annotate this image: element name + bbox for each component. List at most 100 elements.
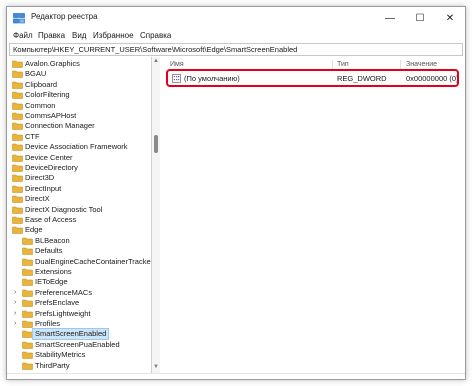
- tree-item-label: DeviceDirectory: [25, 163, 78, 172]
- tree-item-label: PrefsEnclave: [35, 298, 80, 308]
- tree-item[interactable]: Defaults: [22, 246, 150, 256]
- tree-item[interactable]: DualEngineCacheContainerTracker: [22, 256, 152, 267]
- tree-item[interactable]: › Profiles: [14, 319, 150, 329]
- tree-item[interactable]: SmartScreenPuaEnabled: [22, 340, 150, 350]
- folder-icon: [12, 102, 23, 110]
- tree-item-label: CTF: [25, 131, 40, 141]
- tree-item-label: SmartScreenEnabled: [31, 328, 110, 341]
- folder-icon: [22, 299, 33, 307]
- tree-item[interactable]: StabilityMetrics: [22, 350, 150, 360]
- tree-item[interactable]: Device Center: [12, 153, 140, 163]
- tree-item-label: Direct3D: [25, 173, 55, 183]
- tree-item-label: StabilityMetrics: [35, 350, 86, 360]
- folder-icon: [22, 331, 33, 339]
- address-bar[interactable]: Компьютер\HKEY_CURRENT_USER\Software\Mic…: [9, 43, 463, 56]
- tree-item[interactable]: › PreferenceMACs: [14, 288, 150, 298]
- menu-view[interactable]: Вид: [72, 31, 86, 40]
- tree-scrollbar[interactable]: ▲ ▼: [152, 57, 160, 373]
- window-title: Редактор реестра: [31, 12, 98, 21]
- tree-item[interactable]: Edge: [12, 225, 140, 235]
- folder-icon: [22, 237, 33, 245]
- tree-item-label: CommsAPHost: [25, 111, 77, 120]
- tree-item[interactable]: Clipboard: [12, 80, 140, 90]
- address-path: Компьютер\HKEY_CURRENT_USER\Software\Mic…: [13, 45, 298, 54]
- close-button[interactable]: ✕: [435, 7, 465, 29]
- maximize-button[interactable]: ☐: [405, 7, 435, 29]
- tree-item-label: Device Association Framework: [25, 142, 128, 152]
- tree-item[interactable]: DeviceDirectory: [12, 163, 140, 173]
- menu-file[interactable]: Файл: [13, 31, 33, 40]
- tree-item[interactable]: DirectInput: [12, 184, 140, 194]
- tree-item[interactable]: BGAU: [12, 69, 140, 79]
- tree-item-label: ThirdParty: [35, 360, 70, 370]
- tree-item-label: Profiles: [35, 319, 61, 328]
- folder-icon: [22, 341, 33, 349]
- title-bar[interactable]: Редактор реестра — ☐ ✕: [7, 7, 465, 29]
- tree-item[interactable]: CTF: [12, 132, 140, 142]
- folder-icon: [12, 133, 23, 141]
- tree-item-label: DualEngineCacheContainerTracker: [35, 256, 152, 266]
- folder-icon: [12, 91, 23, 99]
- tree-item[interactable]: Direct3D: [12, 173, 140, 183]
- close-icon: ✕: [445, 12, 455, 24]
- tree-item-label: PrefsLightweight: [35, 308, 91, 318]
- menu-bar: Файл Правка Вид Избранное Справка: [7, 29, 465, 43]
- tree-item-label: ColorFiltering: [25, 90, 70, 100]
- tree-item-label: Defaults: [35, 246, 63, 256]
- folder-icon: [12, 112, 23, 120]
- tree-item[interactable]: ThirdParty: [22, 361, 150, 371]
- tree-item[interactable]: CommsAPHost: [12, 111, 140, 121]
- folder-icon: [12, 206, 23, 214]
- folder-icon: [12, 123, 23, 131]
- folder-icon: [12, 71, 23, 79]
- expand-chevron-icon[interactable]: ›: [14, 309, 16, 319]
- tree-item[interactable]: BLBeacon: [22, 236, 150, 246]
- key-tree: Avalon.Graphics BGAU Clipboard ColorFilteri…: [9, 57, 152, 373]
- menu-edit[interactable]: Правка: [38, 31, 65, 40]
- tree-item-label: DirectX Diagnostic Tool: [25, 204, 103, 214]
- tree-item[interactable]: Extensions: [22, 267, 150, 277]
- minimize-button[interactable]: —: [375, 7, 405, 29]
- tree-item-label: Common: [25, 100, 56, 110]
- registry-editor-icon: [13, 13, 25, 24]
- tree-item[interactable]: Connection Manager: [12, 121, 140, 131]
- expand-chevron-icon[interactable]: ›: [14, 288, 16, 298]
- tree-item[interactable]: Avalon.Graphics: [12, 59, 140, 69]
- menu-favorites[interactable]: Избранное: [93, 31, 134, 40]
- tree-item-selected[interactable]: SmartScreenEnabled: [22, 328, 150, 341]
- maximize-icon: ☐: [415, 12, 425, 24]
- tree-item[interactable]: ColorFiltering: [12, 90, 140, 100]
- expand-chevron-icon[interactable]: ›: [14, 298, 16, 308]
- tree-item[interactable]: Ease of Access: [12, 215, 140, 225]
- scroll-down-icon[interactable]: ▼: [152, 363, 160, 371]
- tree-item[interactable]: IEToEdge: [22, 277, 150, 287]
- tree-item-label: BGAU: [25, 69, 47, 79]
- folder-icon: [22, 310, 33, 318]
- folder-icon: [22, 362, 33, 370]
- column-header-data[interactable]: Значение: [406, 61, 437, 68]
- expand-chevron-icon[interactable]: ›: [14, 319, 16, 329]
- folder-icon: [12, 185, 23, 193]
- status-bar: [7, 373, 465, 379]
- tree-item-label: Clipboard: [25, 79, 58, 89]
- tree-item-label: Avalon.Graphics: [25, 59, 80, 68]
- tree-item[interactable]: › PrefsLightweight: [14, 308, 150, 319]
- folder-icon: [12, 154, 23, 162]
- folder-icon: [22, 279, 33, 287]
- tree-item-label: Device Center: [25, 152, 73, 162]
- tree-item-label: Connection Manager: [25, 121, 95, 131]
- scroll-thumb[interactable]: [154, 135, 158, 153]
- minimize-icon: —: [385, 12, 395, 24]
- column-header-name[interactable]: Имя: [170, 61, 184, 68]
- folder-icon: [12, 81, 23, 89]
- tree-item[interactable]: DirectX Diagnostic Tool: [12, 205, 140, 215]
- tree-item-label: IEToEdge: [35, 277, 68, 287]
- menu-help[interactable]: Справка: [140, 31, 171, 40]
- column-header-type[interactable]: Тип: [337, 61, 349, 68]
- tree-item[interactable]: DirectX: [12, 194, 140, 204]
- scroll-up-icon[interactable]: ▲: [152, 57, 160, 65]
- folder-icon: [12, 143, 23, 151]
- tree-item[interactable]: › PrefsEnclave: [14, 298, 150, 308]
- tree-item[interactable]: Device Association Framework: [12, 142, 140, 152]
- tree-item[interactable]: Common: [12, 101, 140, 111]
